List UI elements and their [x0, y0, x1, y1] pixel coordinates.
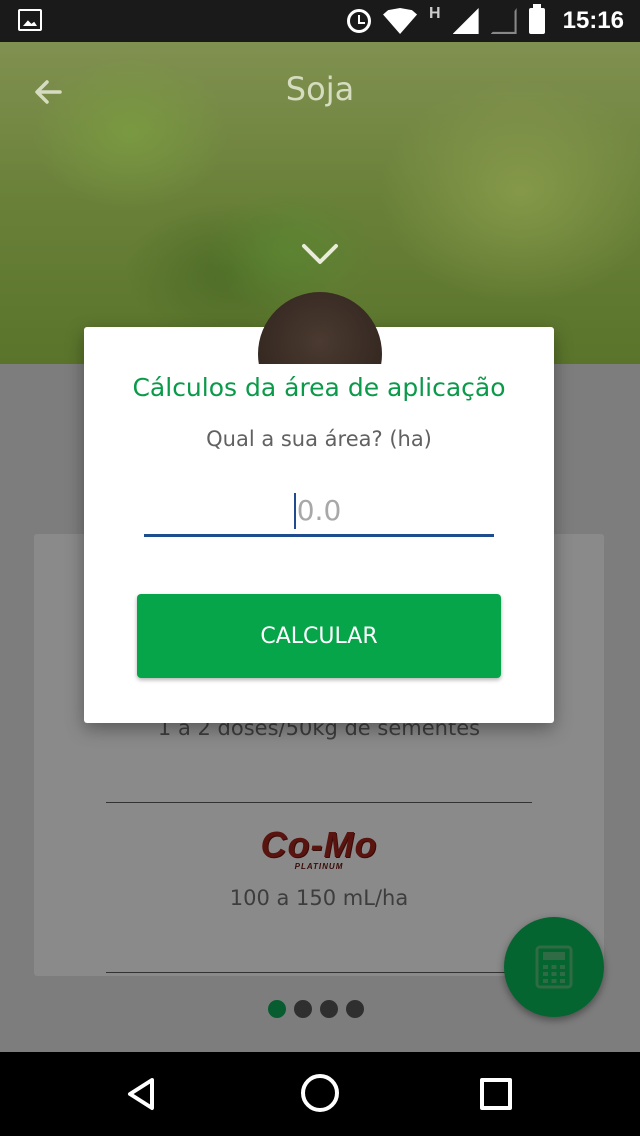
calculator-icon	[535, 945, 573, 989]
crop-image	[258, 292, 382, 364]
area-input[interactable]	[144, 487, 494, 537]
status-icons: H 15:16	[347, 0, 624, 42]
page-dot[interactable]	[294, 1000, 312, 1018]
area-calculation-dialog: Cálculos da área de aplicação Qual a sua…	[84, 327, 554, 723]
dialog-question: Qual a sua área? (ha)	[206, 427, 432, 451]
battery-icon	[528, 4, 545, 34]
alarm-icon	[347, 9, 372, 33]
page-dot-active[interactable]	[268, 1000, 286, 1018]
wifi-icon	[383, 8, 418, 34]
page-indicator	[268, 1000, 364, 1018]
product-logo-sub: PLATINUM	[294, 862, 344, 871]
signal-empty-icon	[491, 8, 517, 34]
page-dot[interactable]	[320, 1000, 338, 1018]
rate-text: 100 a 150 mL/ha	[229, 886, 409, 910]
nav-recents-icon[interactable]	[480, 1078, 512, 1110]
calculator-fab[interactable]	[504, 917, 604, 1017]
header-image: Soja	[0, 42, 640, 364]
status-bar: H 15:16	[0, 0, 640, 42]
dialog-title: Cálculos da área de aplicação	[132, 373, 506, 402]
signal-icon	[452, 8, 479, 34]
navigation-bar	[0, 1052, 640, 1136]
text-cursor	[294, 493, 296, 529]
nav-back-icon[interactable]	[122, 1074, 162, 1114]
network-type-label: H	[429, 5, 441, 22]
calculate-button[interactable]: CALCULAR	[137, 594, 501, 678]
chevron-down-icon[interactable]	[300, 240, 340, 270]
product-logo-brand: Co-Mo	[260, 824, 378, 865]
nav-home-icon[interactable]	[301, 1074, 339, 1112]
product-logo: Co-Mo PLATINUM	[34, 824, 604, 871]
gallery-icon	[18, 9, 42, 31]
divider	[106, 972, 532, 973]
page-dot[interactable]	[346, 1000, 364, 1018]
divider	[106, 802, 532, 803]
clock: 15:16	[562, 7, 624, 34]
page-title: Soja	[285, 70, 355, 108]
